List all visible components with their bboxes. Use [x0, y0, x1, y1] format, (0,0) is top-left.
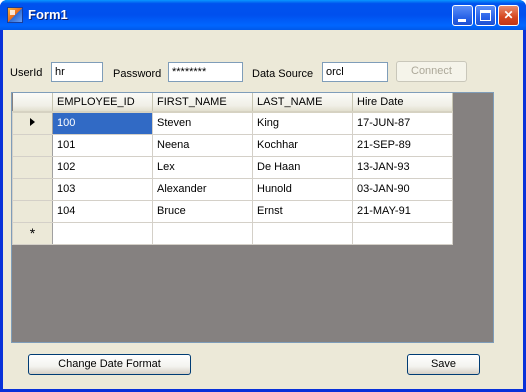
last-name-cell[interactable]: King: [252, 111, 353, 135]
new-row[interactable]: *: [12, 221, 453, 245]
employee-id-cell[interactable]: 103: [52, 177, 153, 201]
first-name-cell[interactable]: Lex: [152, 155, 253, 179]
window-title: Form1: [28, 7, 68, 22]
datasource-input[interactable]: [322, 62, 388, 82]
last-name-cell[interactable]: Hunold: [252, 177, 353, 201]
table-row[interactable]: 104 Bruce Ernst 21-MAY-91: [12, 199, 453, 223]
form-client-area: UserId Password Data Source Connect EMPL…: [3, 30, 523, 389]
employee-data-grid[interactable]: EMPLOYEE_ID FIRST_NAME LAST_NAME Hire Da…: [11, 92, 494, 343]
datasource-label: Data Source: [252, 68, 314, 80]
new-last-name-cell[interactable]: [252, 221, 353, 245]
minimize-icon: [458, 19, 466, 22]
maximize-button[interactable]: [475, 5, 496, 26]
employee-id-cell[interactable]: 101: [52, 133, 153, 157]
password-label: Password: [113, 68, 162, 80]
column-header-last-name[interactable]: LAST_NAME: [252, 93, 353, 113]
hire-date-cell[interactable]: 13-JAN-93: [352, 155, 453, 179]
employee-id-cell[interactable]: 104: [52, 199, 153, 223]
first-name-cell[interactable]: Neena: [152, 133, 253, 157]
column-header-hire-date[interactable]: Hire Date: [352, 93, 453, 113]
employee-table: EMPLOYEE_ID FIRST_NAME LAST_NAME Hire Da…: [12, 93, 453, 245]
maximize-icon: [480, 10, 491, 21]
connect-button[interactable]: Connect: [396, 61, 467, 82]
table-row[interactable]: 103 Alexander Hunold 03-JAN-90: [12, 177, 453, 201]
save-button[interactable]: Save: [407, 354, 480, 375]
change-date-format-button[interactable]: Change Date Format: [28, 354, 191, 375]
close-icon: ✕: [503, 8, 514, 22]
employee-id-cell[interactable]: 102: [52, 155, 153, 179]
employee-id-cell[interactable]: 100: [52, 111, 153, 135]
grid-corner-header[interactable]: [12, 93, 53, 113]
userid-label: UserId: [10, 67, 43, 79]
last-name-cell[interactable]: Ernst: [252, 199, 353, 223]
title-bar[interactable]: Form1 ✕: [0, 0, 526, 30]
hire-date-cell[interactable]: 21-SEP-89: [352, 133, 453, 157]
current-row-arrow-icon: [30, 118, 35, 127]
new-hire-date-cell[interactable]: [352, 221, 453, 245]
grid-header-row: EMPLOYEE_ID FIRST_NAME LAST_NAME Hire Da…: [12, 93, 453, 113]
row-header[interactable]: [12, 111, 53, 135]
minimize-button[interactable]: [452, 5, 473, 26]
hire-date-cell[interactable]: 03-JAN-90: [352, 177, 453, 201]
hire-date-cell[interactable]: 21-MAY-91: [352, 199, 453, 223]
form1-window: Form1 ✕ UserId Password Data Source Conn…: [0, 0, 526, 392]
new-first-name-cell[interactable]: [152, 221, 253, 245]
table-row[interactable]: 101 Neena Kochhar 21-SEP-89: [12, 133, 453, 157]
column-header-employee-id[interactable]: EMPLOYEE_ID: [52, 93, 153, 113]
first-name-cell[interactable]: Bruce: [152, 199, 253, 223]
table-row[interactable]: 102 Lex De Haan 13-JAN-93: [12, 155, 453, 179]
userid-input[interactable]: [51, 62, 103, 82]
row-header[interactable]: [12, 199, 53, 223]
password-input[interactable]: [168, 62, 243, 82]
last-name-cell[interactable]: De Haan: [252, 155, 353, 179]
first-name-cell[interactable]: Alexander: [152, 177, 253, 201]
row-header[interactable]: [12, 177, 53, 201]
first-name-cell[interactable]: Steven: [152, 111, 253, 135]
close-button[interactable]: ✕: [498, 5, 519, 26]
column-header-first-name[interactable]: FIRST_NAME: [152, 93, 253, 113]
new-row-asterisk-icon[interactable]: *: [12, 221, 53, 245]
new-employee-id-cell[interactable]: [52, 221, 153, 245]
app-icon[interactable]: [7, 7, 23, 23]
table-row[interactable]: 100 Steven King 17-JUN-87: [12, 111, 453, 135]
last-name-cell[interactable]: Kochhar: [252, 133, 353, 157]
row-header[interactable]: [12, 133, 53, 157]
hire-date-cell[interactable]: 17-JUN-87: [352, 111, 453, 135]
row-header[interactable]: [12, 155, 53, 179]
